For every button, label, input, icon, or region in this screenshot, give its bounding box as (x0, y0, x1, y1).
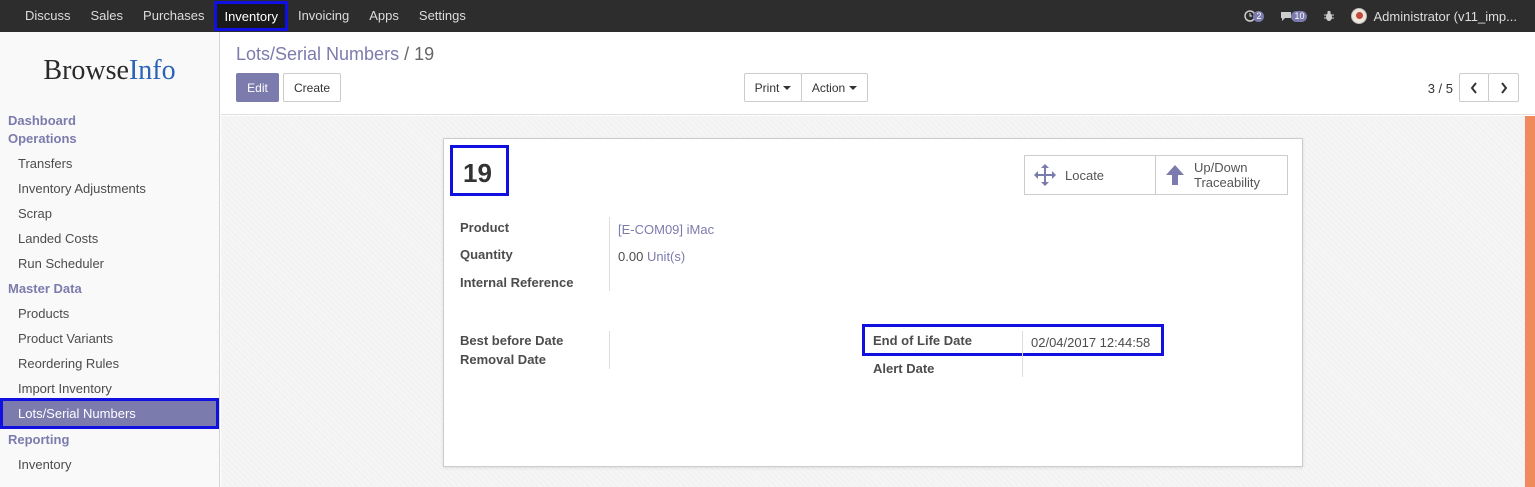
menu-settings[interactable]: Settings (409, 0, 476, 32)
chat-button[interactable]: 2 (1244, 10, 1265, 22)
traceability-label-line1: Up/Down (1194, 160, 1248, 175)
chat-badge: 2 (1253, 10, 1265, 22)
sidebar-item-inventory-adjustments[interactable]: Inventory Adjustments (0, 176, 219, 201)
main-menu: Discuss Sales Purchases Inventory Invoic… (0, 0, 476, 32)
edit-button[interactable]: Edit (236, 73, 279, 102)
removal-date-label: Removal Date (460, 352, 546, 367)
sidebar-item-reordering-rules[interactable]: Reordering Rules (0, 351, 219, 376)
field-divider (609, 217, 610, 291)
end-of-life-date-label: End of Life Date (873, 333, 972, 348)
menu-invoicing[interactable]: Invoicing (288, 0, 359, 32)
traceability-label-line2: Traceability (1194, 175, 1260, 190)
pager-value[interactable]: 3 / 5 (1428, 81, 1453, 96)
field-divider (1022, 331, 1023, 377)
section-reporting: Reporting (8, 432, 70, 447)
locate-button[interactable]: Locate (1025, 156, 1156, 194)
locate-label: Locate (1065, 167, 1105, 183)
logo-info: Info (128, 55, 176, 86)
sidebar-item-lots-serial-numbers[interactable]: Lots/Serial Numbers (0, 398, 219, 429)
user-menu[interactable]: Administrator (v11_imp... (1351, 8, 1517, 24)
company-logo[interactable]: Browse Info (0, 32, 219, 108)
systray: 2 10 Administrator (v11_imp... (1236, 0, 1535, 32)
top-navbar: Discuss Sales Purchases Inventory Invoic… (0, 0, 1535, 32)
traceability-button[interactable]: Up/Down Traceability (1156, 156, 1287, 194)
menu-apps[interactable]: Apps (359, 0, 409, 32)
caret-down-icon (849, 85, 858, 90)
control-panel: Lots/Serial Numbers / 19 Edit Create Pri… (221, 32, 1535, 115)
record-name: 19 (463, 158, 492, 188)
scrollbar-thumb[interactable] (1525, 116, 1535, 487)
action-dropdown[interactable]: Action (801, 73, 868, 102)
caret-down-icon (783, 85, 792, 90)
form-sheet: 19 Locate Up/Down Traceability Product Q… (443, 138, 1303, 467)
avatar (1351, 8, 1368, 24)
record-title: 19 (450, 145, 509, 196)
messages-button[interactable]: 10 (1280, 10, 1308, 22)
alert-date-label: Alert Date (873, 361, 935, 376)
bug-icon (1324, 10, 1335, 21)
chevron-right-icon (1500, 81, 1507, 94)
sidebar-item-reporting-inventory[interactable]: Inventory (0, 452, 219, 477)
smart-buttons: Locate Up/Down Traceability (1024, 155, 1288, 195)
sidebar-item-transfers[interactable]: Transfers (0, 151, 219, 176)
internal-reference-label: Internal Reference (460, 275, 574, 290)
arrow-up-icon (1166, 165, 1184, 185)
section-master-data: Master Data (8, 281, 82, 296)
sidebar-item-import-inventory[interactable]: Import Inventory (0, 376, 219, 401)
menu-purchases[interactable]: Purchases (133, 0, 214, 32)
chevron-left-icon (1470, 81, 1477, 94)
breadcrumb: Lots/Serial Numbers / 19 (236, 44, 434, 65)
logo-browse: Browse (43, 55, 129, 86)
sidebar-item-products[interactable]: Products (0, 301, 219, 326)
messages-badge: 10 (1291, 10, 1308, 22)
menu-sales[interactable]: Sales (81, 0, 134, 32)
best-before-date-label: Best before Date (460, 333, 564, 348)
create-button[interactable]: Create (283, 73, 341, 102)
pager-previous-button[interactable] (1459, 73, 1489, 102)
arrows-move-icon (1034, 164, 1056, 186)
quantity-value: 0.00 (618, 249, 644, 264)
quantity-label: Quantity (460, 247, 513, 262)
section-operations: Operations (8, 131, 77, 146)
user-name: Administrator (v11_imp... (1373, 8, 1517, 24)
action-label: Action (811, 80, 846, 95)
breadcrumb-separator: / (404, 44, 410, 64)
traceability-label: Up/Down Traceability (1194, 160, 1260, 190)
menu-inventory[interactable]: Inventory (214, 1, 288, 31)
end-of-life-date-value: 02/04/2017 12:44:58 (1031, 335, 1151, 350)
section-dashboard[interactable]: Dashboard (0, 112, 219, 130)
print-dropdown[interactable]: Print (744, 73, 802, 102)
breadcrumb-current: 19 (414, 44, 435, 64)
menu-discuss[interactable]: Discuss (15, 0, 81, 32)
sidebar-item-landed-costs[interactable]: Landed Costs (0, 226, 219, 251)
breadcrumb-parent[interactable]: Lots/Serial Numbers (236, 44, 399, 64)
sidebar-item-scrap[interactable]: Scrap (0, 201, 219, 226)
product-value[interactable]: [E-COM09] iMac (618, 222, 714, 237)
quantity-uom[interactable]: Unit(s) (647, 249, 685, 264)
field-divider (609, 331, 610, 369)
sidebar-item-product-variants[interactable]: Product Variants (0, 326, 219, 351)
debug-button[interactable] (1323, 10, 1335, 22)
product-label: Product (460, 220, 510, 235)
quantity-field: 0.00 Unit(s) (618, 249, 685, 264)
print-label: Print (754, 80, 780, 95)
sidebar-item-run-scheduler[interactable]: Run Scheduler (0, 251, 219, 276)
sidebar: Browse Info Dashboard Operations Transfer… (0, 32, 220, 487)
pager-next-button[interactable] (1488, 73, 1519, 102)
